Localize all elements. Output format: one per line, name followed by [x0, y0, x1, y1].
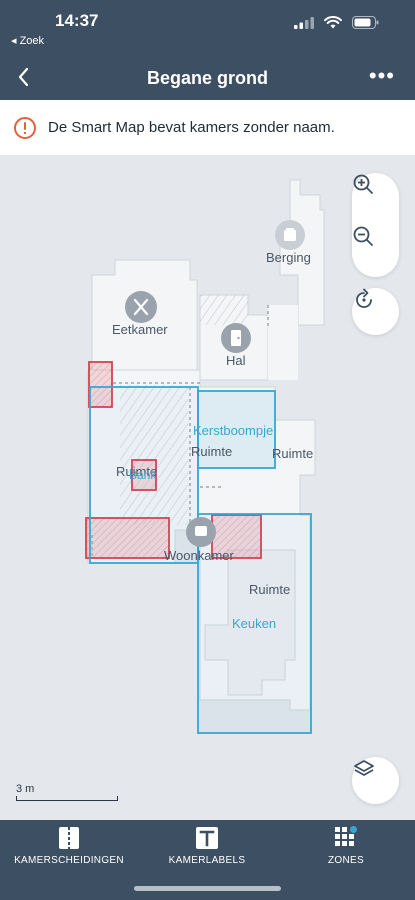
tab-label: KAMERSCHEIDINGEN: [14, 855, 124, 866]
zone-label-kerstboompje[interactable]: Kerstboompje: [193, 423, 273, 438]
sofa-icon: [186, 517, 216, 547]
tab-zones[interactable]: ZONES: [277, 826, 415, 886]
zoom-out-button[interactable]: [352, 225, 399, 277]
status-icons: [294, 16, 379, 29]
reset-view-button[interactable]: [352, 288, 399, 335]
zoom-in-button[interactable]: [352, 173, 399, 225]
room-label-ruimte[interactable]: Ruimte: [272, 446, 313, 461]
tab-label: ZONES: [328, 855, 364, 866]
door-icon: [221, 323, 251, 353]
tab-kamerlabels[interactable]: KAMERLABELS: [138, 826, 276, 886]
room-label-ruimte[interactable]: Ruimte: [191, 444, 232, 459]
room-label-hal[interactable]: Hal: [226, 353, 246, 368]
text-label-icon: [196, 827, 218, 849]
divider-icon: [59, 827, 79, 849]
warning-message: De Smart Map bevat kamers zonder naam.: [48, 119, 335, 136]
scale-bar: [16, 796, 118, 801]
more-options-button[interactable]: •••: [369, 65, 395, 87]
hal-textured-floor: [200, 295, 248, 325]
room-label-eetkamer[interactable]: Eetkamer: [112, 322, 168, 337]
battery-icon: [352, 16, 379, 29]
reset-rotate-icon: [356, 288, 372, 308]
zoom-out-icon: [353, 226, 373, 246]
status-time: 14:37: [55, 11, 99, 30]
zoom-in-icon: [353, 174, 373, 194]
warning-banner[interactable]: De Smart Map bevat kamers zonder naam.: [0, 100, 415, 155]
tab-kamerscheidingen[interactable]: KAMERSCHEIDINGEN: [0, 826, 138, 886]
room-label-ruimte[interactable]: Ruimte: [249, 582, 290, 597]
corridor: [268, 305, 298, 380]
zones-icon: [335, 826, 357, 846]
tab-label: KAMERLABELS: [168, 855, 246, 866]
layers-button[interactable]: [352, 757, 399, 804]
box-icon: [275, 220, 305, 250]
home-indicator[interactable]: [134, 886, 281, 891]
wifi-icon: [324, 16, 342, 29]
zoom-controls: [352, 173, 399, 277]
zone-label-keuken[interactable]: Keuken: [232, 616, 276, 631]
room-label-woonkamer[interactable]: Woonkamer: [164, 548, 234, 563]
page-title: Begane grond: [146, 68, 268, 88]
warning-icon: [14, 116, 36, 139]
cellular-signal-icon: [294, 16, 314, 29]
header: 14:37 ◂ Zoek Begane grond •••: [0, 0, 415, 100]
layers-icon: [354, 760, 374, 776]
cutlery-icon: [125, 291, 157, 323]
room-label-berging[interactable]: Berging: [266, 250, 311, 265]
smart-map[interactable]: Berging Eetkamer Hal Ruimte Ruimte Ruimt…: [0, 155, 415, 820]
zone-label-bank[interactable]: Bank: [129, 468, 156, 482]
back-to-app-link[interactable]: ◂ Zoek: [11, 34, 44, 47]
scale-label: 3 m: [16, 783, 35, 795]
